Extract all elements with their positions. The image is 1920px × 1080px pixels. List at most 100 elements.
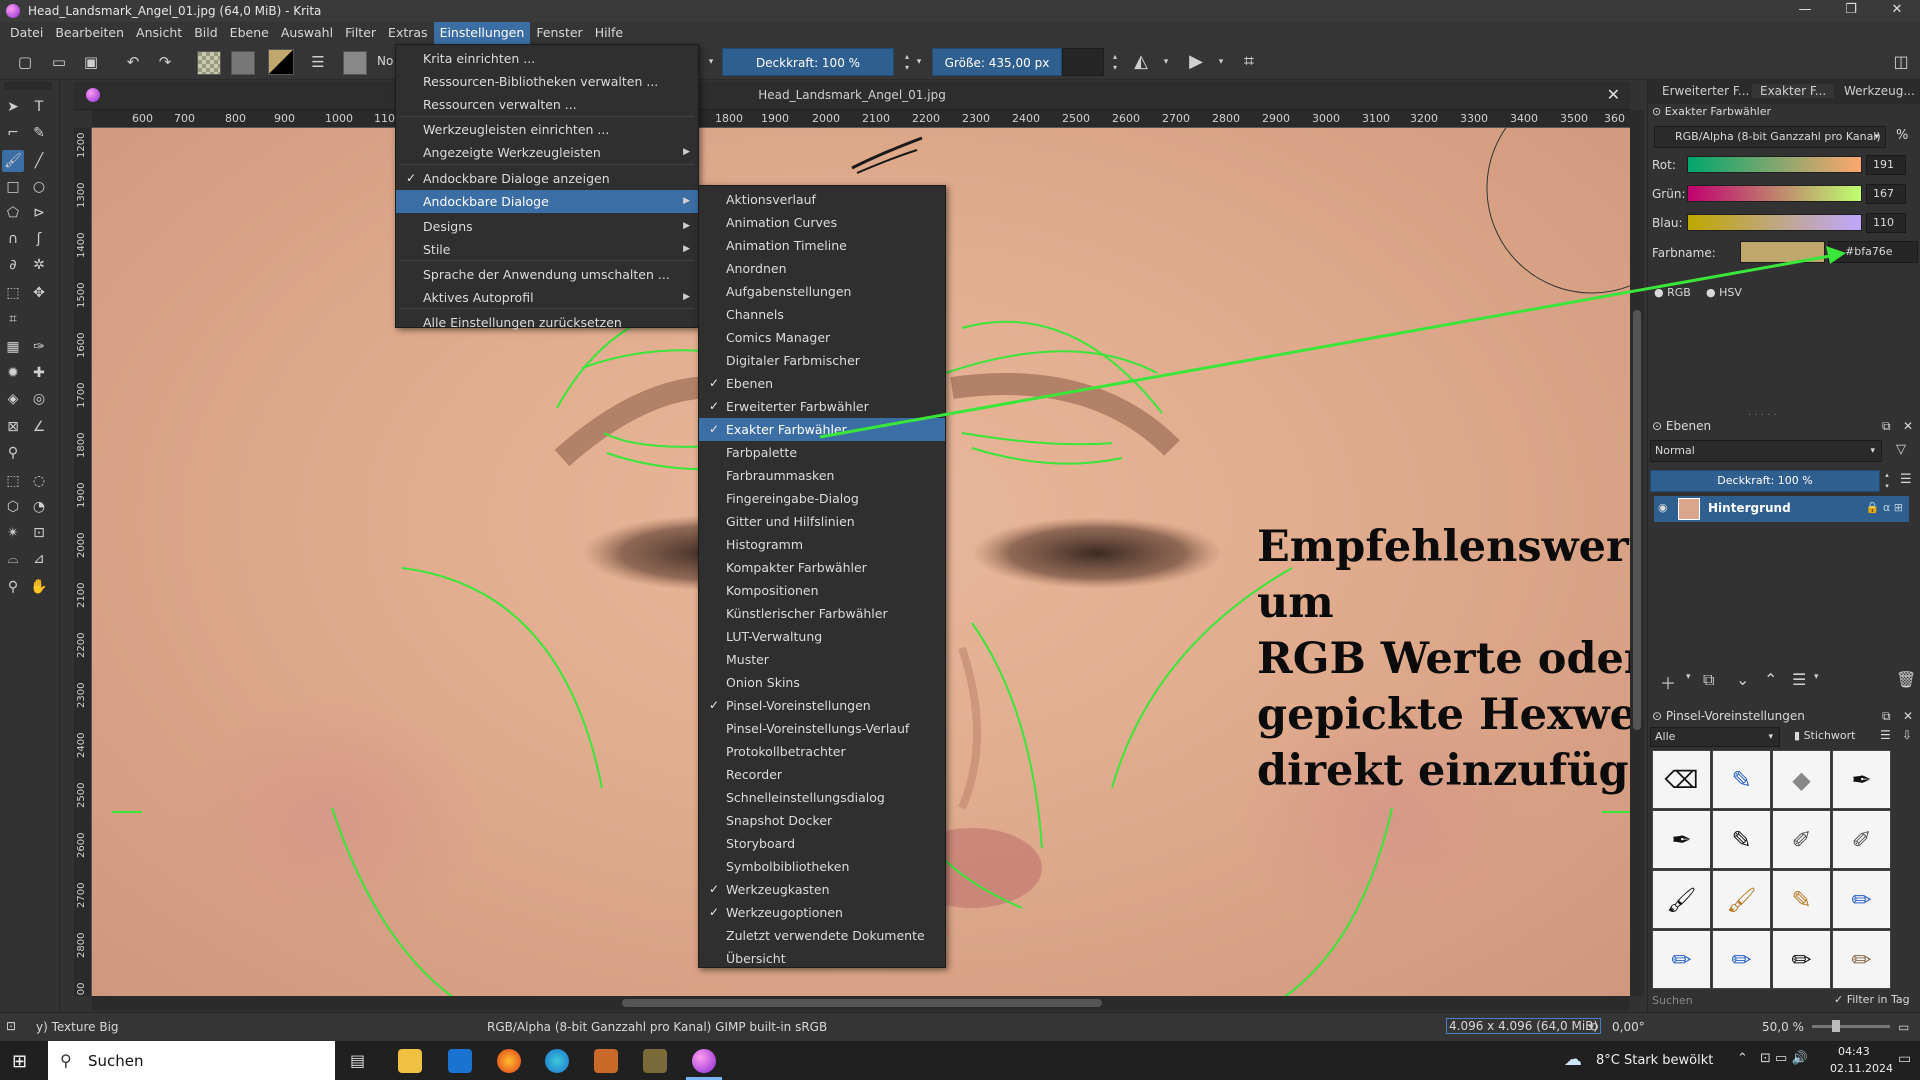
- preset-fine-pen-icon[interactable]: ✐: [1772, 810, 1831, 869]
- edit-shapes-icon[interactable]: ⌐: [2, 122, 24, 144]
- size-spin-icon[interactable]: ▴ ▾: [1104, 51, 1126, 73]
- magnetic-select-icon[interactable]: ⊿: [28, 548, 50, 570]
- opacity-chevron-icon[interactable]: ▾: [908, 51, 930, 73]
- zoom-slider-handle[interactable]: [1832, 1020, 1840, 1032]
- preset-pencil-blue-3-icon[interactable]: ✏: [1712, 930, 1771, 989]
- weather-text[interactable]: 8°C Stark bewölkt: [1596, 1053, 1713, 1068]
- krita-taskbar-icon[interactable]: [692, 1049, 716, 1073]
- docker-menu-item[interactable]: Muster: [699, 648, 945, 671]
- docker-menu-item[interactable]: ✓ Werkzeugkasten: [699, 878, 945, 901]
- canvas-vertical-scrollbar[interactable]: [1630, 110, 1644, 996]
- reference-tool-icon[interactable]: ⚲: [2, 442, 24, 464]
- document-tab[interactable]: Head_Landsmark_Angel_01.jpg: [74, 88, 1630, 102]
- assistant-tool-icon[interactable]: ⊠: [2, 416, 24, 438]
- freehand-path-icon[interactable]: ʃ: [28, 228, 50, 250]
- close-document-icon[interactable]: ✕: [1607, 85, 1620, 104]
- layer-opacity-slider[interactable]: Deckkraft: 100 %: [1650, 470, 1880, 492]
- workspace-icon[interactable]: ◫: [1890, 51, 1912, 73]
- rect-select-icon[interactable]: ⬚: [2, 470, 24, 492]
- preset-pencil-blue-2-icon[interactable]: ✏: [1652, 930, 1711, 989]
- colorspace-select[interactable]: RGB/Alpha (8-bit Ganzzahl pro Kanal) ▾: [1654, 126, 1886, 148]
- layer-options-icon[interactable]: ☰: [1900, 472, 1912, 487]
- fill-gradients-icon[interactable]: [197, 51, 221, 75]
- foreground-background-color-icon[interactable]: [268, 49, 294, 75]
- layers-float-icon[interactable]: ⧉: [1882, 419, 1891, 434]
- move-tool-icon[interactable]: ✥: [28, 282, 50, 304]
- red-slider[interactable]: [1687, 156, 1862, 173]
- docker-menu-item[interactable]: Zuletzt verwendete Dokumente: [699, 924, 945, 947]
- color-picker-icon[interactable]: ✑: [28, 336, 50, 358]
- edge-icon[interactable]: [545, 1049, 569, 1073]
- mirror-v-chevron-icon[interactable]: ▾: [1210, 51, 1232, 73]
- status-image-size[interactable]: 4.096 x 4.096 (64,0 MiB): [1446, 1018, 1602, 1034]
- zoom-tool-icon[interactable]: ⚲: [2, 576, 24, 598]
- patterns-icon[interactable]: [231, 51, 255, 75]
- brush-preset-icon[interactable]: [343, 51, 367, 75]
- gradient-tool-icon[interactable]: ▦: [2, 336, 24, 358]
- settings-menu-item[interactable]: Alle Einstellungen zurücksetzen: [396, 311, 698, 334]
- line-tool-icon[interactable]: ╱: [28, 150, 50, 172]
- menu-einstellungen[interactable]: Einstellungen: [433, 22, 531, 44]
- bezier-tool-icon[interactable]: ∩: [2, 228, 24, 250]
- maximize-button[interactable]: ❐: [1828, 0, 1874, 22]
- docker-menu-item[interactable]: Symbolbibliotheken: [699, 855, 945, 878]
- size-slider[interactable]: Größe: 435,00 px: [932, 48, 1062, 76]
- preset-charcoal-icon[interactable]: ✏: [1772, 930, 1831, 989]
- save-icon[interactable]: ▣: [80, 51, 102, 73]
- zoom-slider[interactable]: [1812, 1025, 1890, 1028]
- docker-menu-item[interactable]: Farbpalette: [699, 441, 945, 464]
- polyline-tool-icon[interactable]: ⊳: [28, 202, 50, 224]
- docker-menu-item[interactable]: Digitaler Farbmischer: [699, 349, 945, 372]
- menu-bild[interactable]: Bild: [188, 22, 223, 44]
- fill-tool-icon[interactable]: ◈: [2, 388, 24, 410]
- menu-bearbeiten[interactable]: Bearbeiten: [49, 22, 130, 44]
- preset-filter-select[interactable]: Alle ▾: [1650, 727, 1780, 747]
- docker-menu-item[interactable]: Aktionsverlauf: [699, 188, 945, 211]
- bezier-select-icon[interactable]: ⌓: [2, 548, 24, 570]
- smart-patch-icon[interactable]: ✚: [28, 362, 50, 384]
- blue-slider[interactable]: [1687, 214, 1862, 231]
- docker-menu-item[interactable]: Künstlerischer Farbwähler: [699, 602, 945, 625]
- docker-menu-item[interactable]: Animation Curves: [699, 211, 945, 234]
- mirror-h-chevron-icon[interactable]: ▾: [1155, 51, 1177, 73]
- ellipse-tool-icon[interactable]: ○: [28, 176, 50, 198]
- blend-mode-select[interactable]: No: [377, 54, 393, 68]
- freehand-brush-icon[interactable]: 🖌: [2, 150, 24, 172]
- docker-menu-item[interactable]: Snapshot Docker: [699, 809, 945, 832]
- tab-erweiterter-farbwaehler[interactable]: Erweiterter F...: [1662, 84, 1749, 98]
- docker-menu-item[interactable]: Gitter und Hilfslinien: [699, 510, 945, 533]
- select-shapes-icon[interactable]: ➤: [2, 96, 24, 118]
- colorize-mask-icon[interactable]: ✹: [2, 362, 24, 384]
- tray-icons[interactable]: ⊡ ▭ 🔊: [1760, 1051, 1808, 1066]
- settings-menu-item[interactable]: Stile ▶: [396, 238, 698, 261]
- clock-date[interactable]: 02.11.2024: [1830, 1062, 1893, 1075]
- presets-lock-icon[interactable]: ⊙: [1652, 709, 1662, 723]
- preset-view-icon[interactable]: ☰: [1880, 728, 1891, 742]
- docker-menu-item[interactable]: Channels: [699, 303, 945, 326]
- docker-lock-icon[interactable]: ⊙: [1652, 105, 1661, 118]
- preset-paint-brush-icon[interactable]: 🖌: [1652, 870, 1711, 929]
- polygon-select-icon[interactable]: ⬡: [2, 496, 24, 518]
- layer-blend-mode-select[interactable]: Normal ▾: [1650, 440, 1882, 462]
- polygon-tool-icon[interactable]: ⬠: [2, 202, 24, 224]
- preset-ink-pen-icon[interactable]: ✒: [1652, 810, 1711, 869]
- layer-filter-icon[interactable]: ▽: [1896, 442, 1906, 457]
- layers-lock-icon[interactable]: ⊙: [1652, 419, 1662, 433]
- filter-in-tag-checkbox[interactable]: ✓ Filter in Tag: [1834, 993, 1910, 1006]
- preset-pencil-gray-icon[interactable]: ✐: [1832, 810, 1891, 869]
- file-explorer-icon[interactable]: [398, 1049, 422, 1073]
- brush-settings-icon[interactable]: ☰: [307, 51, 329, 73]
- rotation-icon[interactable]: ⟲: [1588, 1020, 1598, 1034]
- enclose-fill-icon[interactable]: ◎: [28, 388, 50, 410]
- menu-filter[interactable]: Filter: [339, 22, 382, 44]
- docker-menu-item[interactable]: Kompositionen: [699, 579, 945, 602]
- docker-menu-item[interactable]: Farbraummasken: [699, 464, 945, 487]
- docker-menu-item[interactable]: ✓ Ebenen: [699, 372, 945, 395]
- fullscreen-icon[interactable]: ▭: [1898, 1020, 1909, 1034]
- brush-preset-status-icon[interactable]: ⊡: [6, 1019, 16, 1033]
- settings-menu-item[interactable]: Ressourcen-Bibliotheken verwalten ...: [396, 70, 698, 93]
- docker-menu-item[interactable]: Comics Manager: [699, 326, 945, 349]
- preset-search-input[interactable]: Suchen: [1650, 991, 1820, 1011]
- settings-menu-item[interactable]: Designs ▶: [396, 215, 698, 238]
- duplicate-layer-icon[interactable]: ⧉: [1703, 670, 1714, 690]
